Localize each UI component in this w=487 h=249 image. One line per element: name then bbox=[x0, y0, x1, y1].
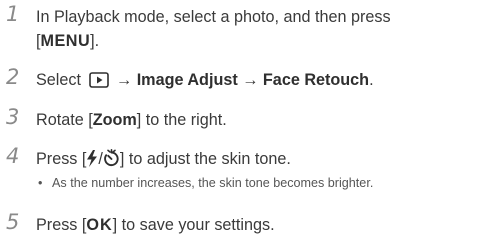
menu-button-label: MENU bbox=[40, 32, 91, 50]
menu-item-image-adjust: Image Adjust bbox=[136, 71, 238, 89]
step-text: Press [ / ] to adjust the skin tone. bbox=[36, 147, 476, 171]
playback-icon bbox=[88, 72, 109, 88]
step-text: In Playback mode, select a photo, and th… bbox=[36, 5, 476, 53]
step-number: 5 bbox=[6, 210, 20, 234]
step-number: 2 bbox=[6, 65, 20, 89]
step-4-post: ] to adjust the skin tone. bbox=[119, 150, 291, 168]
step-number: 3 bbox=[6, 105, 20, 129]
bracket-close: ]. bbox=[90, 32, 100, 50]
menu-item-face-retouch: Face Retouch bbox=[262, 71, 370, 89]
step-text: Select → Image Adjust → Face Retouch. bbox=[36, 68, 476, 92]
step-text: Press [OK] to save your settings. bbox=[36, 213, 476, 237]
step-4-pre: Press [ bbox=[36, 150, 87, 168]
step-5-pre: Press [ bbox=[36, 216, 87, 234]
step-text: Rotate [Zoom] to the right. bbox=[36, 108, 476, 132]
self-timer-icon bbox=[104, 149, 119, 166]
step-1-line1: In Playback mode, select a photo, and th… bbox=[36, 8, 391, 26]
period: . bbox=[369, 71, 374, 89]
arrow: → bbox=[242, 71, 259, 89]
step-4-note: • As the number increases, the skin tone … bbox=[38, 175, 487, 191]
instruction-steps: 1 In Playback mode, select a photo, and … bbox=[0, 0, 487, 249]
flash-icon bbox=[87, 150, 98, 167]
step-number: 4 bbox=[6, 144, 20, 168]
ok-button-label: OK bbox=[86, 216, 113, 234]
zoom-control-label: Zoom bbox=[92, 111, 137, 129]
step-5-post: ] to save your settings. bbox=[112, 216, 275, 234]
step-2-pre: Select bbox=[36, 71, 81, 89]
note-text: As the number increases, the skin tone b… bbox=[52, 176, 374, 190]
step-3-pre: Rotate [ bbox=[36, 111, 93, 129]
arrow: → bbox=[116, 71, 133, 89]
bullet: • bbox=[38, 176, 43, 190]
step-number: 1 bbox=[6, 2, 20, 26]
step-3-post: ] to the right. bbox=[136, 111, 227, 129]
